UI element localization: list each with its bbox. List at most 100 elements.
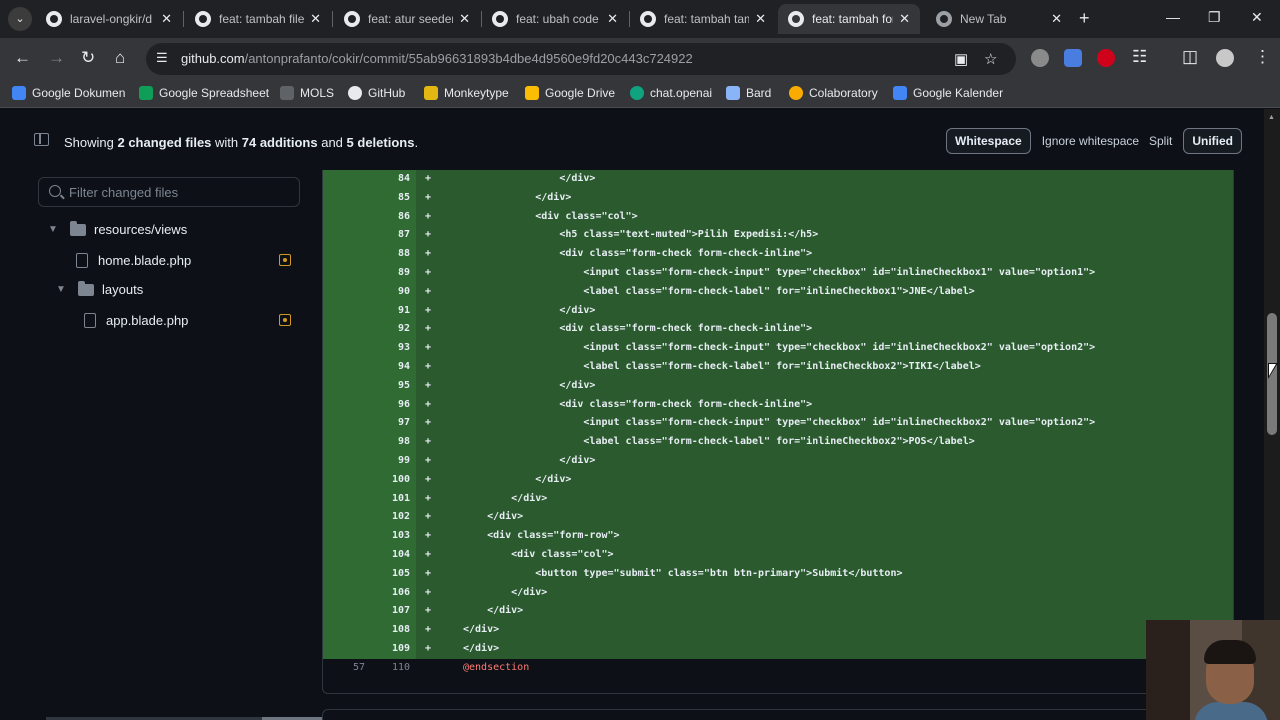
bookmark-mols[interactable]: MOLS	[280, 86, 334, 100]
new-line-number[interactable]: 101	[368, 489, 416, 509]
new-line-number[interactable]: 94	[368, 357, 416, 377]
old-line-number[interactable]	[323, 545, 371, 565]
old-line-number[interactable]	[323, 207, 371, 227]
bookmark-colaboratory[interactable]: Colaboratory	[789, 86, 878, 100]
old-line-number[interactable]	[323, 320, 371, 340]
new-line-number[interactable]: 98	[368, 433, 416, 452]
split-view-button[interactable]: Split	[1140, 128, 1181, 154]
old-line-number[interactable]	[323, 245, 371, 264]
browser-menu-icon[interactable]: ⋮	[1254, 47, 1271, 67]
home-icon[interactable]: ⌂	[115, 48, 125, 68]
new-line-number[interactable]: 87	[368, 226, 416, 246]
old-line-number[interactable]	[323, 564, 371, 584]
old-line-number[interactable]	[323, 451, 371, 471]
install-app-icon[interactable]: ▣	[954, 50, 968, 68]
bookmark-chat-openai[interactable]: chat.openai	[630, 86, 712, 100]
back-arrow-icon[interactable]: ←	[14, 48, 31, 68]
whitespace-button[interactable]: Whitespace	[946, 128, 1031, 154]
browser-tab-new-tab[interactable]: New Tab ✕	[926, 4, 1072, 34]
new-line-number[interactable]: 106	[368, 583, 416, 603]
new-line-number[interactable]: 110	[368, 658, 416, 678]
translate-extension-icon[interactable]	[1064, 49, 1082, 67]
bookmark-google-drive[interactable]: Google Drive	[525, 86, 615, 100]
chevron-down-icon[interactable]: ▼	[48, 224, 62, 235]
old-line-number[interactable]	[323, 639, 371, 659]
bookmark-star-icon[interactable]: ☆	[984, 50, 997, 68]
new-line-number[interactable]: 93	[368, 339, 416, 358]
old-line-number[interactable]	[323, 489, 371, 509]
new-line-number[interactable]: 92	[368, 320, 416, 340]
new-line-number[interactable]: 109	[368, 639, 416, 659]
opera-extension-icon[interactable]	[1097, 49, 1115, 67]
unified-view-button[interactable]: Unified	[1183, 128, 1243, 154]
new-line-number[interactable]: 86	[368, 207, 416, 227]
old-line-number[interactable]	[323, 395, 371, 415]
old-line-number[interactable]	[323, 602, 371, 622]
address-bar[interactable]: ☰ github.com/antonprafanto/cokir/commit/…	[146, 43, 1016, 75]
browser-tab-active[interactable]: feat: tambah for ✕	[778, 4, 920, 34]
browser-tab-3[interactable]: feat: atur seeder ✕	[334, 4, 480, 34]
close-icon[interactable]: ✕	[1051, 11, 1062, 27]
scroll-up-arrow-icon[interactable]: ▲	[1268, 114, 1275, 121]
new-line-number[interactable]: 107	[368, 602, 416, 622]
bookmark-github[interactable]: GitHub	[348, 86, 405, 100]
new-line-number[interactable]: 103	[368, 527, 416, 546]
reload-icon[interactable]: ↻	[81, 48, 95, 68]
old-line-number[interactable]	[323, 621, 371, 640]
new-line-number[interactable]: 96	[368, 395, 416, 415]
tree-file-home-blade[interactable]: home.blade.php	[76, 251, 300, 269]
new-line-number[interactable]: 105	[368, 564, 416, 584]
close-icon[interactable]: ✕	[755, 11, 766, 27]
old-line-number[interactable]	[323, 433, 371, 452]
old-line-number[interactable]	[323, 357, 371, 377]
minimize-icon[interactable]: —	[1166, 9, 1180, 25]
tree-folder-resources-views[interactable]: ▼ resources/views	[48, 220, 187, 237]
side-panel-icon[interactable]: ◫	[1182, 47, 1198, 67]
old-line-number[interactable]	[323, 470, 371, 490]
new-line-number[interactable]: 91	[368, 301, 416, 321]
new-line-number[interactable]: 99	[368, 451, 416, 471]
old-line-number[interactable]: 57	[323, 658, 371, 678]
close-icon[interactable]: ✕	[310, 11, 321, 27]
close-icon[interactable]: ✕	[161, 11, 172, 27]
close-icon[interactable]: ✕	[899, 11, 910, 27]
new-line-number[interactable]: 108	[368, 621, 416, 640]
new-line-number[interactable]: 95	[368, 376, 416, 396]
old-line-number[interactable]	[323, 508, 371, 528]
url-text[interactable]: github.com/antonprafanto/cokir/commit/55…	[181, 51, 693, 66]
filter-files-input[interactable]	[69, 182, 289, 202]
bookmark-google-spreadsheet[interactable]: Google Spreadsheet	[139, 86, 269, 100]
old-line-number[interactable]	[323, 170, 371, 189]
old-line-number[interactable]	[323, 583, 371, 603]
old-line-number[interactable]	[323, 339, 371, 358]
bookmark-monkeytype[interactable]: Monkeytype	[424, 86, 509, 100]
old-line-number[interactable]	[323, 226, 371, 246]
window-close-icon[interactable]: ✕	[1251, 9, 1263, 26]
new-line-number[interactable]: 102	[368, 508, 416, 528]
restore-icon[interactable]: ❐	[1208, 9, 1221, 26]
old-line-number[interactable]	[323, 376, 371, 396]
browser-tab-1[interactable]: laravel-ongkir/d ✕	[36, 4, 182, 34]
old-line-number[interactable]	[323, 414, 371, 434]
tab-search-chevron-icon[interactable]: ⌄	[8, 7, 32, 31]
ignore-whitespace-button[interactable]: Ignore whitespace	[1033, 128, 1148, 154]
browser-tab-5[interactable]: feat: tambah tam ✕	[630, 4, 776, 34]
profile-avatar-icon[interactable]	[1216, 49, 1234, 67]
browser-tab-4[interactable]: feat: ubah code ✕	[482, 4, 628, 34]
new-line-number[interactable]: 88	[368, 245, 416, 264]
close-icon[interactable]: ✕	[607, 11, 618, 27]
bookmark-google-dokumen[interactable]: Google Dokumen	[12, 86, 125, 100]
chevron-down-icon[interactable]: ▼	[56, 284, 70, 295]
extension-icon[interactable]	[1031, 49, 1049, 67]
new-line-number[interactable]: 89	[368, 263, 416, 283]
tree-folder-layouts[interactable]: ▼ layouts	[56, 280, 143, 297]
new-tab-plus-icon[interactable]: +	[1079, 8, 1090, 29]
new-line-number[interactable]: 85	[368, 188, 416, 208]
new-line-number[interactable]: 90	[368, 282, 416, 302]
file-tree-toggle-icon[interactable]	[34, 133, 49, 146]
bookmark-google-kalender[interactable]: Google Kalender	[893, 86, 1003, 100]
close-icon[interactable]: ✕	[459, 11, 470, 27]
new-line-number[interactable]: 100	[368, 470, 416, 490]
bookmark-bard[interactable]: Bard	[726, 86, 771, 100]
old-line-number[interactable]	[323, 263, 371, 283]
